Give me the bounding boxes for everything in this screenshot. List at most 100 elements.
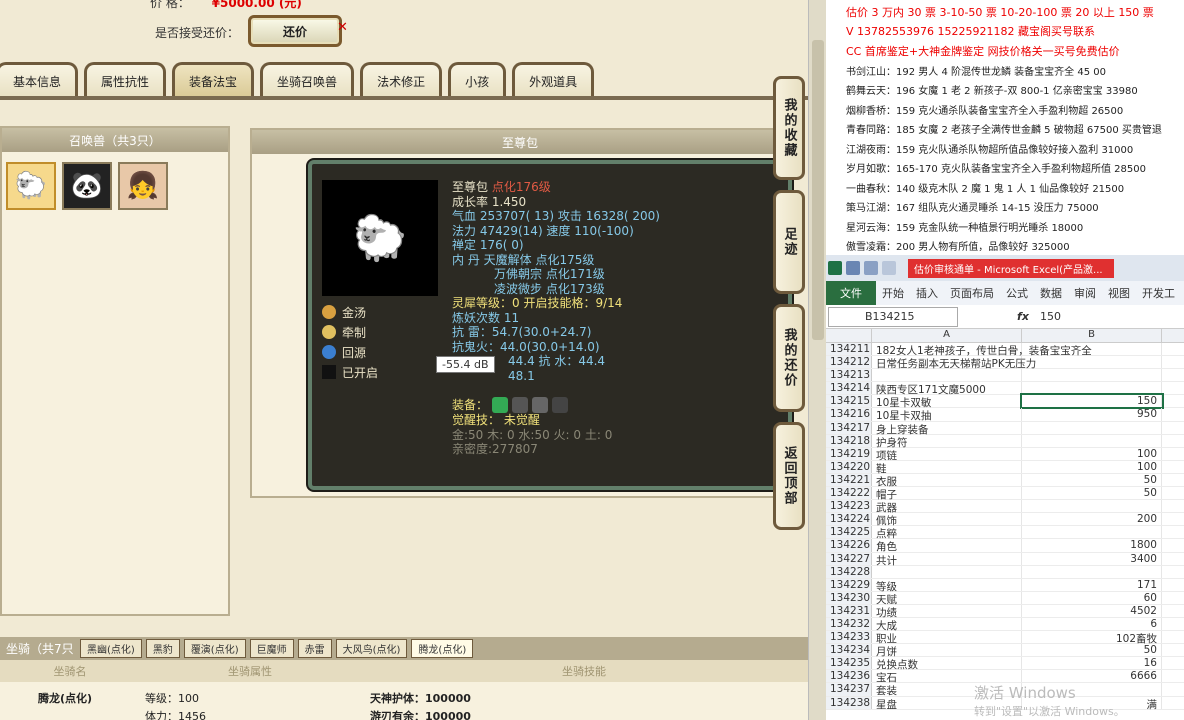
row-number[interactable]: 134222	[826, 487, 872, 500]
cell-a[interactable]	[872, 565, 1022, 578]
cell-b[interactable]: 50	[1022, 644, 1162, 657]
cell-b[interactable]: 16	[1022, 657, 1162, 670]
cell-a[interactable]: 鞋	[872, 460, 1022, 475]
cell-b[interactable]	[1022, 500, 1162, 513]
row-number[interactable]: 134226	[826, 539, 872, 552]
mount-tab[interactable]: 腾龙(点化)	[411, 639, 474, 658]
tab-mounts-pets[interactable]: 坐骑召唤兽	[260, 62, 355, 98]
cell-b[interactable]	[1022, 421, 1162, 434]
redo-icon[interactable]	[882, 261, 896, 275]
corner-cell[interactable]	[826, 329, 872, 342]
equip-icon[interactable]	[512, 397, 529, 413]
cell-b[interactable]: 6666	[1022, 670, 1162, 683]
cell-a[interactable]: 月饼	[872, 644, 1022, 658]
ribbon-tab-review[interactable]: 审阅	[1068, 285, 1102, 301]
column-header-a[interactable]: A	[872, 329, 1022, 342]
row-number[interactable]: 134236	[826, 670, 872, 683]
cell-b[interactable]: 102畜牧	[1022, 631, 1162, 645]
side-tab-history[interactable]: 足迹	[773, 190, 805, 294]
undo-icon[interactable]	[864, 261, 878, 275]
skill-item[interactable]: 已开启	[322, 362, 378, 382]
cell-b[interactable]: 100	[1022, 460, 1162, 473]
close-icon[interactable]: ✕	[337, 20, 348, 35]
equip-icon[interactable]	[532, 397, 549, 413]
row-number[interactable]: 134218	[826, 434, 872, 447]
cell-a[interactable]: 宝石	[872, 670, 1022, 684]
tab-basic-info[interactable]: 基本信息	[0, 62, 79, 98]
row-number[interactable]: 134231	[826, 604, 872, 617]
pet-avatar-2[interactable]: 🐼	[62, 162, 112, 210]
ribbon-tab-file[interactable]: 文件	[826, 281, 876, 305]
row-number[interactable]: 134221	[826, 473, 872, 487]
tab-appearance[interactable]: 外观道具	[512, 62, 595, 98]
cell-a[interactable]: 日常任务副本无天梯帮站PK无压力	[872, 356, 1036, 370]
cell-b[interactable]: 50	[1022, 473, 1162, 487]
cell-b[interactable]: 3400	[1022, 552, 1162, 565]
save-icon[interactable]	[846, 261, 860, 275]
cell-a[interactable]: 10星卡双敏	[872, 395, 1022, 409]
cell-a[interactable]: 功绩	[872, 604, 1022, 619]
cell-b[interactable]: 150	[1020, 393, 1164, 410]
row-number[interactable]: 134219	[826, 447, 872, 460]
equip-icon[interactable]	[552, 397, 569, 413]
skill-item[interactable]: 金汤	[322, 302, 378, 322]
cell-a[interactable]: 共计	[872, 552, 1022, 567]
cell-b[interactable]: 950	[1022, 408, 1162, 421]
cell-b[interactable]: 6	[1022, 617, 1162, 631]
cell-b[interactable]	[1022, 526, 1162, 539]
cell-b[interactable]: 171	[1022, 578, 1162, 591]
cell-b[interactable]: 100	[1022, 447, 1162, 460]
row-number[interactable]: 134227	[826, 552, 872, 565]
row-number[interactable]: 134230	[826, 591, 872, 604]
mount-tab[interactable]: 大风鸟(点化)	[335, 639, 408, 658]
tab-spell-mods[interactable]: 法术修正	[360, 62, 443, 98]
side-tab-favorites[interactable]: 我的收藏	[773, 76, 805, 180]
row-number[interactable]: 134232	[826, 617, 872, 631]
cell-a[interactable]: 10星卡双抽	[872, 408, 1022, 422]
row-number[interactable]: 134215	[826, 395, 872, 408]
tab-equipment[interactable]: 装备法宝	[172, 62, 255, 98]
cell-a[interactable]: 182女人1老神孩子，传世白骨，装备宝宝齐全	[872, 343, 1092, 357]
cell-a[interactable]: 武器	[872, 500, 1022, 514]
skill-item[interactable]: 回源	[322, 342, 378, 362]
tab-attributes[interactable]: 属性抗性	[84, 62, 167, 98]
row-number[interactable]: 134212	[826, 356, 872, 369]
row-number[interactable]: 134228	[826, 565, 872, 578]
name-box[interactable]: B134215	[828, 306, 958, 327]
formula-input[interactable]: 150	[1034, 310, 1061, 323]
side-tab-back-to-top[interactable]: 返回顶部	[773, 422, 805, 530]
fx-icon[interactable]: fx	[1012, 310, 1034, 323]
cell-a[interactable]: 职业	[872, 631, 1022, 645]
skill-item[interactable]: 牵制	[322, 322, 378, 342]
mount-tab[interactable]: 巨魔师	[249, 639, 294, 658]
cell-b[interactable]	[1022, 369, 1162, 382]
mount-tab[interactable]: 黑豹	[145, 639, 180, 658]
cell-a[interactable]: 等级	[872, 578, 1022, 593]
tab-child[interactable]: 小孩	[448, 62, 507, 98]
row-number[interactable]: 134238	[826, 696, 872, 709]
cell-b[interactable]: 50	[1022, 487, 1162, 500]
ribbon-tab-home[interactable]: 开始	[876, 285, 910, 301]
cell-b[interactable]	[1022, 382, 1162, 395]
cell-b[interactable]	[1022, 565, 1162, 578]
cell-b[interactable]: 4502	[1022, 604, 1162, 617]
row-number[interactable]: 134213	[826, 369, 872, 382]
cell-a[interactable]: 大成	[872, 617, 1022, 632]
cell-a[interactable]: 衣服	[872, 473, 1022, 488]
cell-a[interactable]: 项链	[872, 447, 1022, 462]
cell-a[interactable]: 兑换点数	[872, 657, 1022, 671]
ribbon-tab-insert[interactable]: 插入	[910, 285, 944, 301]
column-header-b[interactable]: B	[1022, 329, 1162, 342]
ribbon-tab-developer[interactable]: 开发工	[1136, 285, 1181, 301]
cell-b[interactable]	[1022, 343, 1162, 356]
cell-b[interactable]	[1022, 356, 1162, 369]
equip-icon[interactable]	[492, 397, 509, 413]
row-number[interactable]: 134211	[826, 343, 872, 356]
counter-offer-button[interactable]: 还价	[248, 15, 342, 47]
ribbon-tab-data[interactable]: 数据	[1034, 285, 1068, 301]
cell-b[interactable]: 60	[1022, 591, 1162, 604]
ribbon-tab-layout[interactable]: 页面布局	[944, 285, 1000, 301]
cell-a[interactable]: 角色	[872, 539, 1022, 553]
row-number[interactable]: 134235	[826, 657, 872, 670]
browser-scrollbar[interactable]	[808, 0, 826, 720]
